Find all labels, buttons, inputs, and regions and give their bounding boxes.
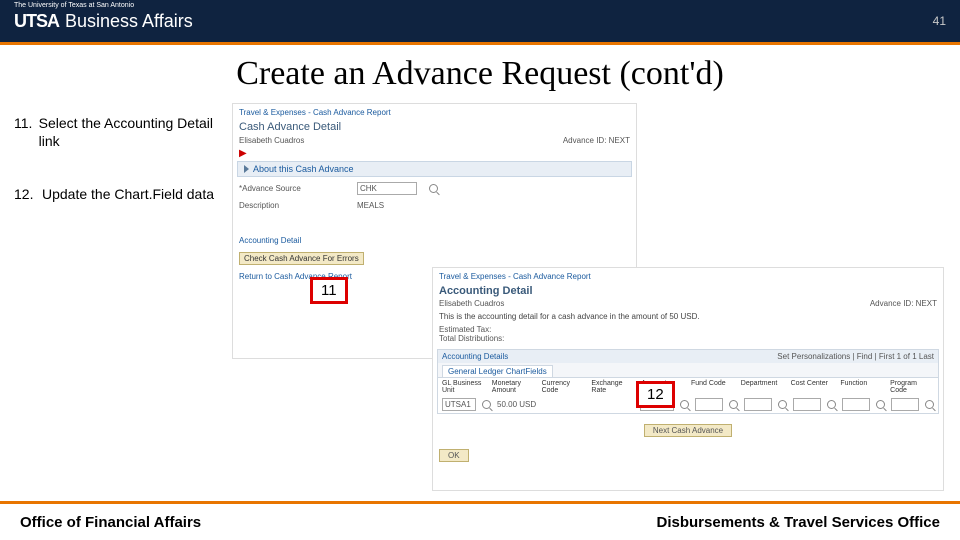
total-distributions-label: Total Distributions: [439, 334, 937, 343]
col-dept: Department [741, 380, 785, 394]
lookup-icon[interactable] [876, 400, 885, 409]
advance-source-input[interactable]: CHK [357, 182, 417, 195]
grid-nav: First 1 of 1 Last [879, 352, 934, 361]
accounting-description: This is the accounting detail for a cash… [433, 310, 943, 323]
fund-input[interactable] [695, 398, 723, 411]
page-number: 41 [933, 14, 946, 28]
function-input[interactable] [842, 398, 870, 411]
footer-left: Office of Financial Affairs [20, 514, 201, 531]
page-title: Accounting Detail [433, 285, 943, 297]
lookup-icon[interactable] [729, 400, 738, 409]
description-row: Description MEALS [233, 198, 636, 213]
tab-gl-chartfields[interactable]: General Ledger ChartFields [442, 365, 553, 377]
grid-columns: GL Business Unit Monetary Amount Currenc… [438, 378, 938, 396]
col-fund: Fund Code [691, 380, 735, 394]
col-amount: Monetary Amount [492, 380, 536, 394]
expand-marker-icon: ▶ [233, 148, 636, 159]
col-bu: GL Business Unit [442, 380, 486, 394]
step-number: 11. [14, 115, 39, 150]
col-cost-center: Cost Center [791, 380, 835, 394]
employee-name: Elisabeth Cuadros [439, 299, 504, 308]
dept-input[interactable] [744, 398, 772, 411]
lookup-icon[interactable] [680, 400, 689, 409]
amount-value: 50.00 USD [497, 400, 536, 409]
check-errors-button[interactable]: Check Cash Advance For Errors [239, 252, 364, 265]
accounting-detail-link[interactable]: Accounting Detail [233, 233, 636, 248]
content-area: 11. Select the Accounting Detail link 12… [0, 99, 960, 499]
callout-11: 11 [310, 277, 348, 304]
advance-source-label: *Advance Source [239, 184, 349, 193]
description-label: Description [239, 201, 349, 210]
lookup-icon[interactable] [778, 400, 787, 409]
breadcrumb: Travel & Expenses - Cash Advance Report [433, 268, 943, 285]
advance-id: Advance ID: NEXT [870, 299, 937, 308]
logo-utsa: UTSA [14, 11, 59, 32]
header-accent-line [0, 42, 960, 45]
lookup-icon[interactable] [429, 184, 438, 193]
grid-toolbar: Set Personalizations | Find | First 1 of… [777, 352, 934, 361]
step-number: 12. [14, 186, 42, 204]
ok-button[interactable]: OK [439, 449, 469, 462]
grid-tabs: General Ledger ChartFields [438, 363, 938, 378]
employee-row: Elisabeth Cuadros Advance ID: NEXT [233, 133, 636, 148]
screenshot-accounting-detail: Travel & Expenses - Cash Advance Report … [432, 267, 944, 491]
slide-title: Create an Advance Request (cont'd) [0, 55, 960, 93]
description-value: MEALS [357, 201, 384, 210]
advance-id: Advance ID: NEXT [563, 136, 630, 145]
step-text: Select the Accounting Detail link [39, 115, 214, 150]
col-currency: Currency Code [542, 380, 586, 394]
university-tagline: The University of Texas at San Antonio [14, 2, 134, 9]
grid-title: Accounting Details [442, 352, 508, 361]
employee-row: Elisabeth Cuadros Advance ID: NEXT [433, 297, 943, 310]
footer: Office of Financial Affairs Disbursement… [0, 504, 960, 540]
grid-row: UTSA1 50.00 USD 11650 [438, 396, 938, 413]
lookup-icon[interactable] [925, 400, 934, 409]
lookup-icon[interactable] [482, 400, 491, 409]
program-input[interactable] [891, 398, 919, 411]
next-cash-advance-button[interactable]: Next Cash Advance [644, 424, 732, 437]
estimated-tax-label: Estimated Tax: [439, 325, 937, 334]
section-about-cash-advance[interactable]: About this Cash Advance [237, 161, 632, 177]
callout-12: 12 [636, 381, 675, 408]
footer-right: Disbursements & Travel Services Office [657, 514, 940, 531]
lookup-icon[interactable] [827, 400, 836, 409]
step-12: 12. Update the Chart.Field data [14, 186, 214, 204]
grid-header: Accounting Details Set Personalizations … [438, 350, 938, 363]
page-title: Cash Advance Detail [233, 121, 636, 133]
col-rate: Exchange Rate [591, 380, 635, 394]
step-11: 11. Select the Accounting Detail link [14, 115, 214, 150]
logo-business-affairs: Business Affairs [65, 11, 193, 32]
bu-input[interactable]: UTSA1 [442, 398, 476, 411]
chevron-right-icon [244, 165, 249, 173]
col-function: Function [840, 380, 884, 394]
accounting-details-grid: Accounting Details Set Personalizations … [437, 349, 939, 414]
cost-center-input[interactable] [793, 398, 821, 411]
breadcrumb: Travel & Expenses - Cash Advance Report [233, 104, 636, 121]
step-list: 11. Select the Accounting Detail link 12… [14, 115, 214, 240]
employee-name: Elisabeth Cuadros [239, 136, 304, 145]
header-bar: The University of Texas at San Antonio U… [0, 0, 960, 42]
col-program: Program Code [890, 380, 934, 394]
personalize-link[interactable]: Set Personalizations | Find | [777, 352, 876, 361]
advance-source-row: *Advance Source CHK [233, 179, 636, 198]
brand: The University of Texas at San Antonio U… [14, 11, 193, 32]
step-text: Update the Chart.Field data [42, 186, 214, 204]
